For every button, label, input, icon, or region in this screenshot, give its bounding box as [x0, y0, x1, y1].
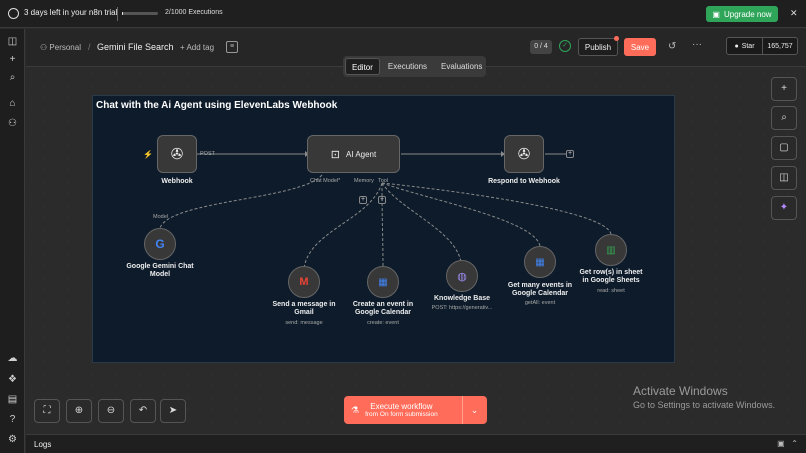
- zoom-out-button[interactable]: ⊖: [98, 399, 124, 423]
- memory-port-label: Memory: [354, 178, 374, 184]
- execute-workflow-button[interactable]: ⚗ Execute workflow from On form submissi…: [344, 396, 487, 424]
- tool-port-label: Tool: [378, 178, 389, 184]
- watermark-title: Activate Windows: [633, 384, 728, 398]
- ai-assistant-button[interactable]: ✦: [771, 196, 797, 220]
- add-tool-icon[interactable]: +: [378, 196, 386, 204]
- chevron-down-icon[interactable]: ⌄: [462, 396, 486, 424]
- flask-icon: ⚗: [351, 404, 360, 415]
- calendar-create-label: Create an event in Google Calendar: [352, 301, 414, 316]
- chat-model-port-label: Chat Model*: [310, 178, 341, 184]
- execute-main: ⚗ Execute workflow from On form submissi…: [344, 402, 462, 418]
- calendar-get-sub: getAll: event: [524, 300, 556, 306]
- robot-icon: ⊡: [330, 148, 340, 161]
- gemini-node[interactable]: G: [144, 228, 176, 260]
- knowledge-base-label: Knowledge Base: [433, 295, 490, 302]
- respond-node[interactable]: ✇: [504, 135, 544, 173]
- windows-watermark: Activate Windows Go to Settings to activ…: [633, 384, 775, 410]
- watermark-sub: Go to Settings to activate Windows.: [633, 400, 776, 410]
- webhook-node[interactable]: ✇: [157, 135, 197, 173]
- calendar-get-node[interactable]: ▦: [524, 246, 556, 278]
- gmail-sub: send: message: [285, 320, 323, 326]
- add-memory-icon[interactable]: +: [359, 196, 367, 204]
- webhook-icon: ✇: [517, 146, 531, 163]
- zoom-in-button[interactable]: ⊕: [66, 399, 92, 423]
- sheets-icon: ▥: [606, 244, 616, 256]
- calendar-create-node[interactable]: ▦: [367, 266, 399, 298]
- trigger-bolt-icon: ⚡: [143, 150, 153, 159]
- sheets-label: Get row(s) in sheet in Google Sheets: [579, 269, 643, 284]
- sheets-sub: read: sheet: [597, 288, 625, 294]
- webhook-icon: ✇: [170, 146, 184, 163]
- fit-view-button[interactable]: ⛶: [34, 399, 60, 423]
- tidy-up-button[interactable]: ➤: [160, 399, 186, 423]
- globe-icon: ◍: [457, 270, 467, 283]
- knowledge-base-node[interactable]: ◍: [446, 260, 478, 292]
- calendar-icon: ▦: [535, 256, 545, 268]
- toggle-panel-button[interactable]: ◫: [771, 166, 797, 190]
- add-node-icon[interactable]: +: [566, 150, 574, 158]
- logs-label: Logs: [34, 440, 52, 449]
- logs-icons[interactable]: ▣ ⌃: [777, 439, 798, 448]
- gmail-node[interactable]: M: [288, 266, 320, 298]
- add-node-button[interactable]: +: [771, 77, 797, 101]
- knowledge-base-sub: POST: https://generativ...: [431, 305, 493, 311]
- webhook-label: Webhook: [161, 178, 193, 185]
- execute-label: Execute workflow: [370, 402, 433, 411]
- gemini-label: Google Gemini Chat Model: [126, 263, 194, 278]
- ai-agent-label: AI Agent: [345, 149, 377, 159]
- gmail-icon: M: [299, 276, 309, 288]
- google-icon: G: [155, 237, 165, 251]
- webhook-port-label: POST: [200, 151, 215, 157]
- execute-text: Execute workflow from On form submission: [365, 402, 438, 418]
- calendar-get-label: Get many events in Google Calendar: [507, 282, 573, 297]
- ai-agent-node[interactable]: ⊡ AI Agent: [307, 135, 400, 173]
- sheets-node[interactable]: ▥: [595, 234, 627, 266]
- search-nodes-button[interactable]: ⌕: [771, 106, 797, 130]
- sticky-note-button[interactable]: ▢: [771, 136, 797, 160]
- undo-button[interactable]: ↶: [130, 399, 156, 423]
- calendar-icon: ▦: [378, 276, 388, 288]
- model-port-label: Model: [153, 214, 168, 220]
- logs-panel[interactable]: Logs ▣ ⌃: [26, 434, 806, 453]
- execute-sub-label: from On form submission: [365, 411, 438, 418]
- gmail-label: Send a message in Gmail: [272, 301, 336, 316]
- calendar-create-sub: create: event: [367, 320, 399, 326]
- respond-label: Respond to Webhook: [488, 178, 560, 185]
